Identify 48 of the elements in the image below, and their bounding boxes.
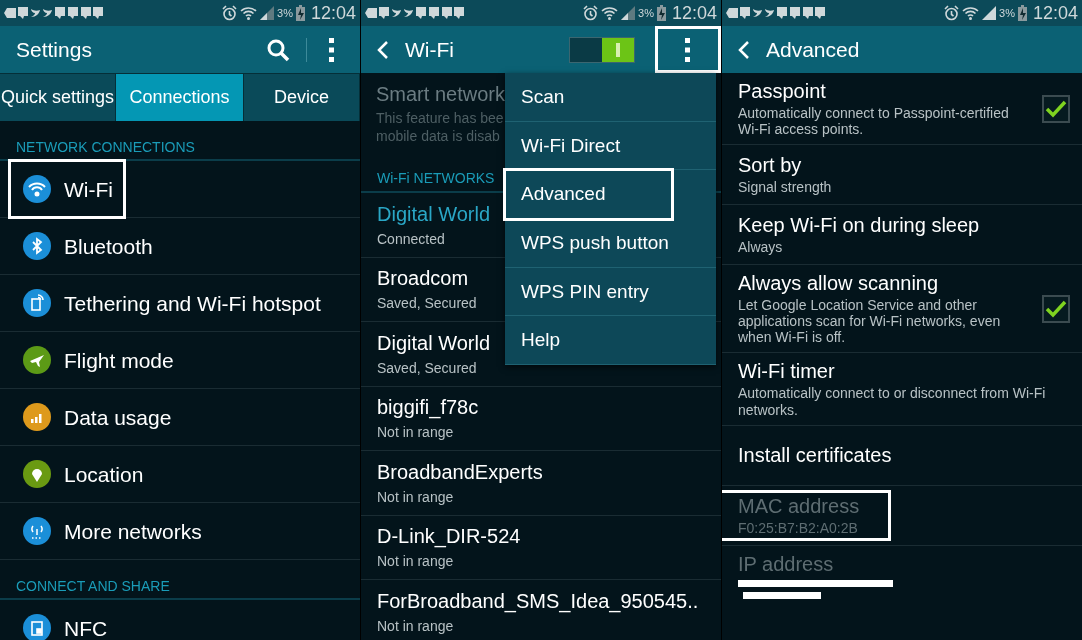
setting-description: Let Google Location Service and other applications scan for Wi-Fi networks, even when Wi-Fi is off. (738, 297, 1002, 346)
settings-item[interactable]: Wi-Fi (8, 159, 126, 219)
setting-title: Keep Wi-Fi on during sleep (738, 214, 981, 237)
battery-percent: 3% (277, 7, 293, 19)
network-item[interactable]: biggifi_f78c Not in range (361, 386, 721, 451)
tab[interactable]: Device (244, 74, 360, 121)
setting-title: MAC address (738, 494, 861, 517)
settings-item[interactable]: Tethering and Wi-Fi hotspot (8, 273, 334, 333)
network-item[interactable]: ForBroadband_SMS_Idea_950545.. Not in range (361, 580, 721, 640)
section-header: NETWORK CONNECTIONS (16, 139, 195, 155)
setting-title: Passpoint (738, 80, 827, 102)
clock-time: 12:04 (310, 2, 356, 24)
setting-title: Sort by (738, 154, 803, 177)
menu-item[interactable]: Help (505, 316, 716, 366)
menu-item[interactable]: WPS push button (505, 219, 716, 268)
settings-item[interactable]: Location (8, 444, 157, 504)
section-header: Wi-Fi NETWORKS (377, 170, 495, 186)
section-header: CONNECT AND SHARE (16, 578, 170, 594)
screen-title: Settings (16, 37, 92, 62)
settings-item[interactable]: Data usage (8, 387, 185, 447)
settings-item[interactable]: Bluetooth (8, 216, 166, 276)
screen-title: Advanced (766, 37, 860, 62)
settings-item[interactable]: More networks (8, 501, 215, 561)
menu-item[interactable]: Scan (505, 73, 716, 122)
setting-description: Automatically connect to or disconnect from Wi-Fi networks. (738, 385, 1047, 418)
battery-percent: 3% (999, 7, 1015, 19)
setting-title: Always allow scanning (738, 272, 940, 295)
setting-description: Signal strength (738, 179, 833, 196)
clock-time: 12:04 (671, 2, 717, 24)
setting-description: Automatically connect to Passpoint-certified Wi-Fi access points. (738, 105, 1010, 138)
setting-title: Wi-Fi timer (738, 360, 836, 383)
clock-time: 12:04 (1032, 2, 1078, 24)
network-item[interactable]: BroadbandExperts Not in range (361, 451, 721, 516)
menu-item[interactable]: Advanced (505, 170, 672, 220)
network-item[interactable]: D-Link_DIR-524 Not in range (361, 515, 721, 580)
setting-title: Smart network (376, 83, 505, 106)
setting-description: mobile data is disab (376, 127, 500, 145)
setting-description: Always (738, 239, 784, 256)
screen-title: Wi-Fi (405, 37, 454, 62)
menu-item[interactable]: Wi-Fi Direct (505, 121, 716, 171)
battery-percent: 3% (638, 7, 654, 19)
setting-description: F0:25:B7:B2:A0:2B (738, 519, 859, 536)
setting-title: Install certificates (738, 444, 893, 467)
settings-item[interactable]: Flight mode (8, 330, 187, 390)
setting-description: This feature has bee (376, 110, 504, 128)
menu-item[interactable]: WPS PIN entry (505, 267, 716, 317)
settings-item[interactable]: NFC (8, 598, 121, 640)
setting-title: IP address (738, 552, 835, 575)
